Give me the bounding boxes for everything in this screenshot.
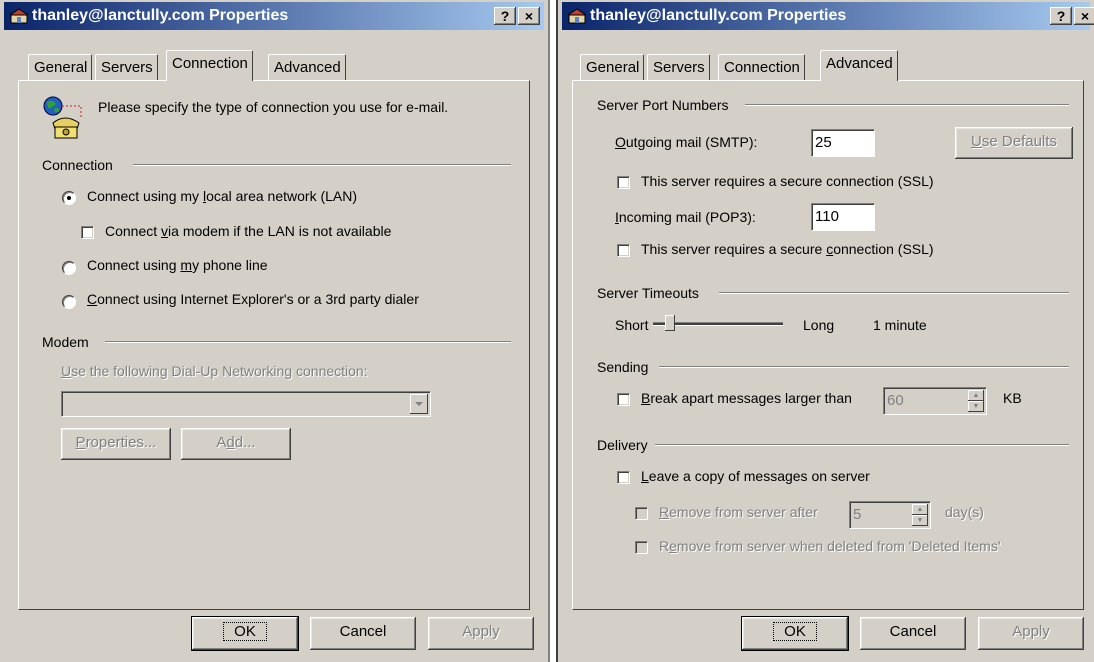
help-button[interactable]: ? (494, 7, 516, 25)
smtp-ssl-label[interactable]: This server requires a secure connection… (641, 173, 934, 189)
title-bar[interactable]: thanley@lanctully.com Properties ? × (562, 2, 1094, 30)
tab-general[interactable]: General (580, 54, 645, 80)
remove-after-checkbox[interactable] (635, 507, 648, 520)
ports-group-label: Server Port Numbers (597, 97, 729, 113)
timeout-value: 1 minute (873, 317, 927, 333)
apply-button[interactable]: Apply (978, 617, 1084, 650)
remove-deleted-checkbox[interactable] (635, 541, 648, 554)
break-unit-label: KB (1003, 390, 1022, 406)
spin-down-icon[interactable]: ▼ (912, 515, 928, 526)
spin-down-icon[interactable]: ▼ (968, 401, 984, 412)
window-title: thanley@lanctully.com Properties (32, 7, 289, 24)
tab-servers[interactable]: Servers (647, 54, 710, 80)
timeout-long-label: Long (803, 317, 835, 333)
tab-connection[interactable]: Connection (166, 50, 253, 81)
modem-group-label: Modem (42, 334, 89, 350)
dialer-radio[interactable] (62, 295, 76, 309)
pop3-label: Incoming mail (POP3): (615, 209, 756, 225)
sending-group-label: Sending (597, 359, 649, 375)
connection-group-label: Connection (42, 157, 113, 173)
leave-copy-checkbox[interactable] (617, 471, 630, 484)
slider-thumb[interactable] (665, 315, 675, 331)
title-bar[interactable]: thanley@lanctully.com Properties ? × (4, 2, 544, 30)
help-button[interactable]: ? (1050, 7, 1072, 25)
lan-radio[interactable] (62, 191, 76, 205)
tab-general[interactable]: General (28, 54, 93, 80)
connection-group-divider (133, 164, 511, 166)
window-title: thanley@lanctully.com Properties (590, 7, 847, 24)
remove-after-days-input[interactable]: 5 ▲ ▼ (849, 501, 931, 529)
close-button[interactable]: × (1074, 7, 1094, 25)
timeouts-group-label: Server Timeouts (597, 285, 699, 301)
delivery-group-divider (655, 444, 1069, 446)
close-button[interactable]: × (518, 7, 540, 25)
break-size-spinner[interactable]: ▲ ▼ (968, 390, 984, 412)
connection-panel: Please specify the type of connection yo… (18, 80, 530, 610)
remove-after-label: Remove from server after (659, 504, 818, 520)
properties-button[interactable]: Properties... (61, 428, 171, 460)
remove-days-spinner[interactable]: ▲ ▼ (912, 504, 928, 526)
smtp-label: Outgoing mail (SMTP): (615, 134, 758, 150)
leave-copy-label[interactable]: Leave a copy of messages on server (641, 468, 870, 484)
ports-group-divider (745, 104, 1069, 106)
tab-servers[interactable]: Servers (95, 54, 158, 80)
timeouts-group-divider (719, 292, 1069, 294)
ok-button[interactable]: OK (191, 616, 299, 651)
spin-up-icon[interactable]: ▲ (968, 390, 984, 401)
mail-properties-icon (10, 8, 28, 24)
modem-fallback-label[interactable]: Connect via modem if the LAN is not avai… (105, 223, 391, 239)
tab-advanced[interactable]: Advanced (268, 54, 346, 80)
modem-fallback-checkbox[interactable] (81, 226, 94, 239)
cancel-button[interactable]: Cancel (310, 617, 416, 650)
phone-line-radio[interactable] (62, 261, 76, 275)
advanced-panel: Server Port Numbers Outgoing mail (SMTP)… (572, 80, 1084, 610)
pop3-ssl-checkbox[interactable] (617, 244, 630, 257)
tab-connection[interactable]: Connection (718, 54, 805, 80)
chevron-down-icon[interactable] (410, 394, 428, 414)
apply-button[interactable]: Apply (428, 617, 534, 650)
connection-globe-phone-icon (43, 96, 82, 139)
modem-group-divider (105, 341, 511, 343)
mail-properties-icon (568, 8, 586, 24)
remove-after-unit: day(s) (945, 504, 984, 520)
intro-text: Please specify the type of connection yo… (98, 99, 449, 115)
spin-up-icon[interactable]: ▲ (912, 504, 928, 515)
phone-line-label[interactable]: Connect using my phone line (87, 257, 268, 273)
delivery-group-label: Delivery (597, 437, 648, 453)
break-size-input[interactable]: 60 ▲ ▼ (883, 387, 987, 415)
use-defaults-button[interactable]: Use Defaults (955, 127, 1073, 159)
dialup-label: Use the following Dial-Up Networking con… (61, 363, 368, 379)
ok-button[interactable]: OK (741, 616, 849, 651)
add-button[interactable]: Add... (181, 428, 291, 460)
pop3-ssl-label[interactable]: This server requires a secure connection… (641, 241, 934, 257)
properties-dialog-advanced: thanley@lanctully.com Properties ? × Gen… (556, 0, 1094, 662)
dialup-connection-select[interactable] (61, 391, 431, 417)
dialer-label[interactable]: Connect using Internet Explorer's or a 3… (87, 291, 419, 307)
timeout-slider[interactable] (653, 313, 783, 335)
remove-deleted-label: Remove from server when deleted from 'De… (659, 538, 1001, 554)
lan-label[interactable]: Connect using my local area network (LAN… (87, 188, 357, 204)
break-apart-checkbox[interactable] (617, 393, 630, 406)
pop3-port-input[interactable]: 110 (811, 203, 875, 231)
timeout-short-label: Short (615, 317, 649, 333)
smtp-ssl-checkbox[interactable] (617, 176, 630, 189)
smtp-port-input[interactable]: 25 (811, 129, 875, 157)
tab-advanced[interactable]: Advanced (820, 50, 898, 81)
properties-dialog-connection: thanley@lanctully.com Properties ? × Gen… (0, 0, 550, 662)
cancel-button[interactable]: Cancel (860, 617, 966, 650)
break-apart-label[interactable]: Break apart messages larger than (641, 390, 852, 406)
sending-group-divider (659, 366, 1069, 368)
